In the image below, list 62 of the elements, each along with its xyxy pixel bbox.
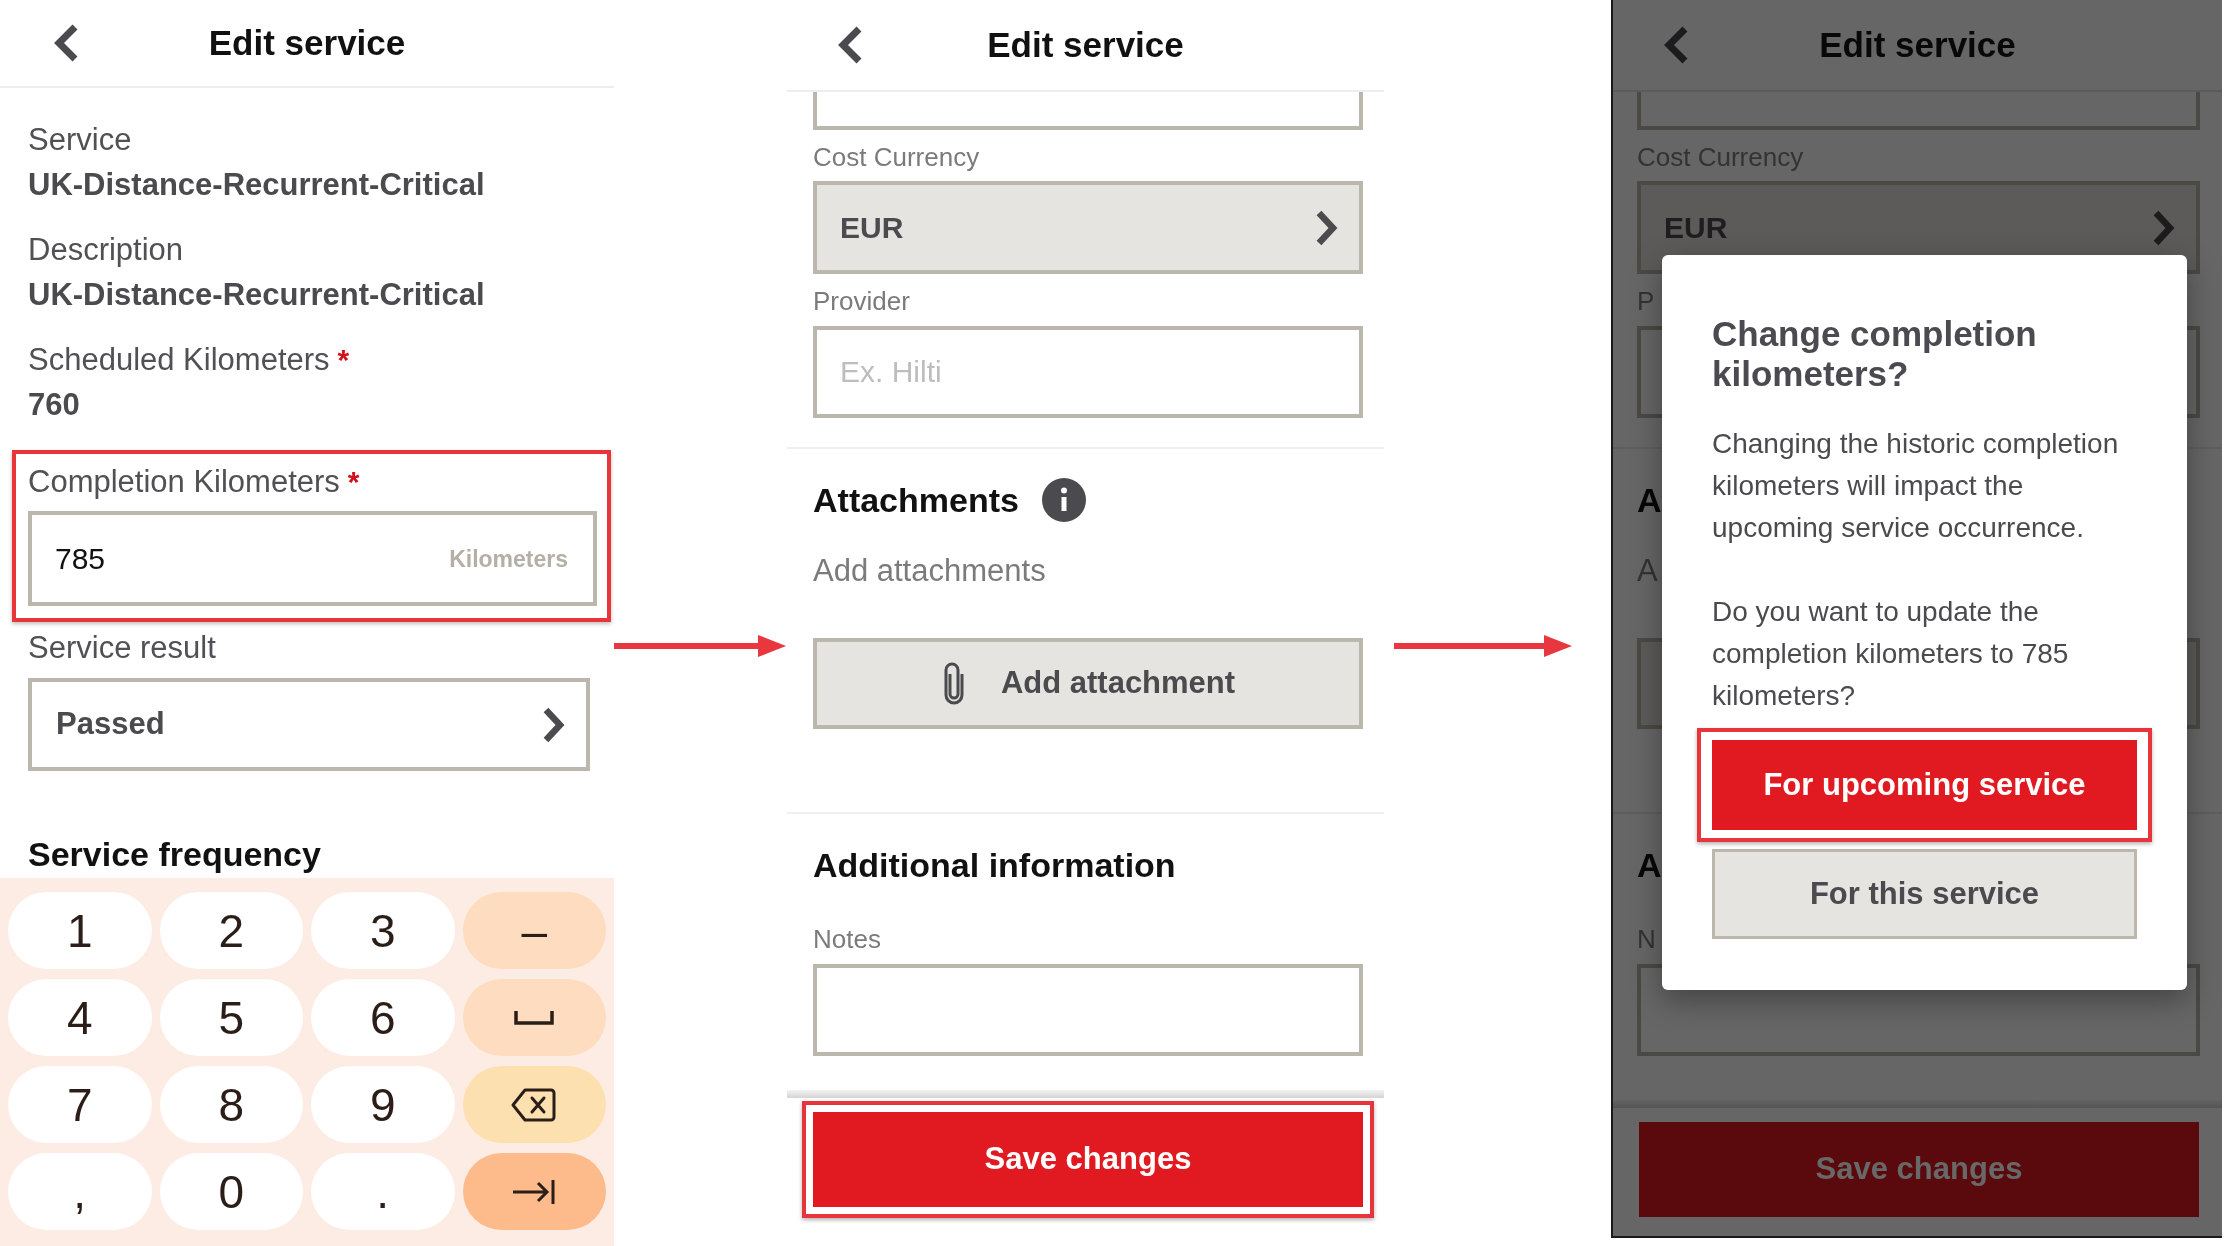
required-mark: * (347, 464, 360, 500)
dialog-text: Do you want to update the completion kilometers to 785 kilometers? (1712, 595, 2070, 713)
input-value: 785 (55, 540, 106, 577)
section-title: Additional information (813, 845, 1176, 886)
keyboard-key[interactable]: 9 (311, 1066, 455, 1143)
back-button[interactable] (52, 24, 79, 62)
select-field[interactable]: Passed (28, 678, 590, 771)
chevron-right-icon (1315, 209, 1339, 246)
section-title: A (1637, 845, 1662, 886)
dialog-button[interactable]: For this service (1712, 849, 2137, 939)
keyboard-key[interactable]: 3 (311, 892, 455, 969)
field-value: UK-Distance-Recurrent-Critical (28, 166, 486, 204)
keyboard-key[interactable]: 0 (159, 1153, 303, 1230)
field-label: Scheduled Kilometers (28, 341, 330, 379)
screen-title: Edit service (208, 22, 406, 64)
input-field[interactable]: 785 Kilometers (28, 511, 597, 606)
space-bar-icon (514, 1009, 555, 1026)
keyboard-key[interactable]: 1 (8, 892, 152, 969)
back-button[interactable] (836, 26, 863, 64)
keyboard-key[interactable]: 5 (159, 979, 303, 1056)
dialog-title: Change completion kilometers? (1712, 314, 2038, 394)
unit-label: Kilometers (449, 544, 568, 573)
field-label: Description (28, 231, 184, 269)
keyboard-key[interactable]: 6 (311, 979, 455, 1056)
field-label: Notes (813, 923, 881, 956)
keyboard-key[interactable]: . (311, 1153, 455, 1230)
section-title: A (1637, 480, 1662, 521)
field-label: Provider (813, 285, 910, 318)
chevron-left-icon (52, 24, 79, 62)
dialog-button[interactable]: For upcoming service (1712, 740, 2137, 830)
section-title: Attachments (813, 480, 1019, 521)
chevron-left-icon (836, 26, 863, 64)
keyboard-key[interactable]: , (8, 1153, 152, 1230)
save-button[interactable]: Save changes (813, 1112, 1363, 1207)
keyboard-key[interactable]: 7 (8, 1066, 152, 1143)
backspace-icon (511, 1086, 558, 1123)
field-value: 760 (28, 386, 81, 424)
required-mark: * (337, 342, 350, 378)
keyboard-key[interactable]: 2 (159, 892, 303, 969)
field-label: Service result (28, 629, 216, 667)
chevron-left-icon (1662, 26, 1689, 64)
info-icon[interactable] (1041, 478, 1086, 522)
field-label: Service (28, 121, 132, 159)
placeholder-text: Ex. Hilti (840, 354, 942, 390)
input-field[interactable] (813, 964, 1363, 1056)
keyboard-key[interactable]: 8 (159, 1066, 303, 1143)
keyboard-key[interactable]: – (462, 892, 606, 969)
chevron-right-icon (542, 706, 566, 743)
keyboard-key[interactable]: 4 (8, 979, 152, 1056)
hint-text: Add attachments (813, 552, 1046, 590)
screen-title: Edit service (987, 24, 1184, 66)
input-field[interactable] (813, 92, 1363, 130)
select-field[interactable]: EUR (813, 181, 1363, 274)
input-field[interactable] (1637, 92, 2200, 130)
section-title: Service frequency (28, 834, 322, 874)
add-attachment-button[interactable]: Add attachment (813, 638, 1363, 729)
field-label: Completion Kilometers (28, 463, 340, 501)
field-value: UK-Distance-Recurrent-Critical (28, 276, 486, 314)
field-label: Cost Currency (813, 141, 980, 174)
chevron-right-icon (2152, 209, 2176, 246)
screen-title: Edit service (1819, 24, 2016, 66)
dialog-text: Changing the historic completion kilometers will impact the upcoming service occurrence. (1712, 427, 2120, 545)
